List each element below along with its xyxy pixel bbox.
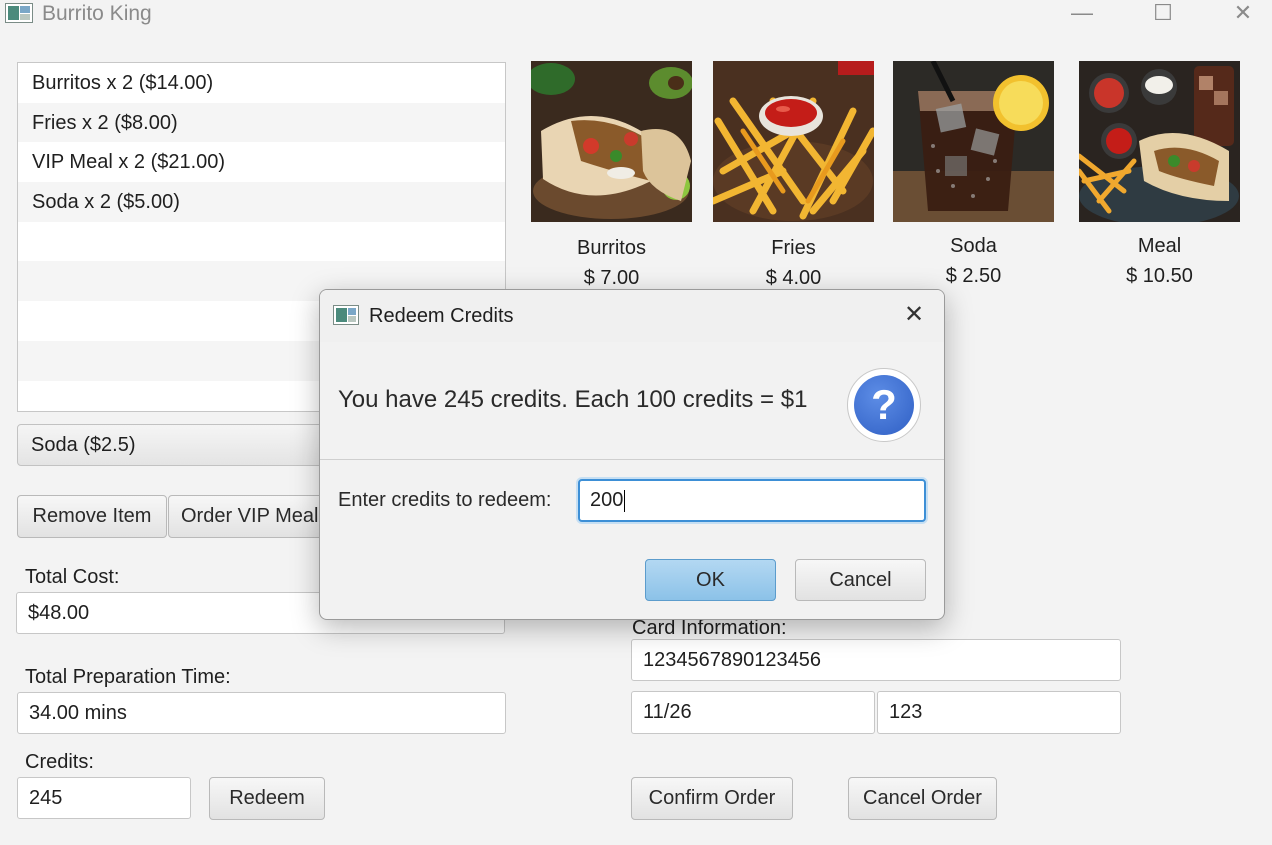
question-icon: ? bbox=[847, 368, 921, 442]
maximize-button[interactable]: ☐ bbox=[1148, 0, 1178, 26]
confirm-order-button[interactable]: Confirm Order bbox=[631, 777, 793, 820]
text-caret bbox=[624, 489, 626, 512]
menu-item-name: Fries bbox=[771, 237, 816, 259]
close-button[interactable]: ✕ bbox=[1228, 0, 1258, 26]
cancel-button[interactable]: Cancel bbox=[795, 559, 926, 601]
burrito-image[interactable] bbox=[531, 61, 692, 222]
prep-time-field[interactable]: 34.00 mins bbox=[17, 692, 506, 734]
window-title: Burrito King bbox=[42, 2, 152, 25]
menu-item-price: $ 7.00 bbox=[583, 267, 640, 289]
dialog-prompt: Enter credits to redeem: bbox=[338, 489, 552, 511]
credits-label: Credits: bbox=[25, 751, 94, 773]
cancel-order-button[interactable]: Cancel Order bbox=[848, 777, 997, 820]
close-icon[interactable]: ✕ bbox=[902, 300, 926, 329]
card-expiry-field[interactable]: 11/26 bbox=[631, 691, 875, 734]
redeem-button[interactable]: Redeem bbox=[209, 777, 325, 820]
prep-time-label: Total Preparation Time: bbox=[25, 666, 231, 688]
soda-image[interactable] bbox=[893, 61, 1054, 222]
order-vip-meal-button[interactable]: Order VIP Meal bbox=[168, 495, 328, 538]
credits-redeem-input[interactable]: 200 bbox=[578, 479, 926, 522]
dialog-message: You have 245 credits. Each 100 credits =… bbox=[338, 386, 808, 413]
total-cost-label: Total Cost: bbox=[25, 566, 120, 588]
fries-image[interactable] bbox=[713, 61, 874, 222]
menu-item-name: Meal bbox=[1137, 235, 1182, 257]
card-cvv-field[interactable]: 123 bbox=[877, 691, 1121, 734]
menu-item-price: $ 10.50 bbox=[1126, 265, 1193, 287]
list-item[interactable]: Fries x 2 ($8.00) bbox=[18, 102, 505, 143]
list-item[interactable]: VIP Meal x 2 ($21.00) bbox=[18, 142, 505, 182]
menu-item-price: $ 2.50 bbox=[945, 265, 1002, 287]
dialog-title: Redeem Credits bbox=[369, 305, 514, 327]
menu-item-name: Burritos bbox=[577, 237, 646, 259]
credits-redeem-value: 200 bbox=[590, 489, 624, 511]
app-icon bbox=[333, 305, 359, 325]
menu-item-name: Soda bbox=[950, 235, 997, 257]
remove-item-button[interactable]: Remove Item bbox=[17, 495, 167, 538]
app-icon bbox=[5, 3, 33, 23]
minimize-button[interactable]: — bbox=[1067, 0, 1097, 26]
list-item[interactable]: Soda x 2 ($5.00) bbox=[18, 182, 505, 222]
list-item[interactable]: Burritos x 2 ($14.00) bbox=[18, 63, 505, 103]
dialog-message-area: You have 245 credits. Each 100 credits =… bbox=[320, 342, 944, 460]
menu-item-price: $ 4.00 bbox=[765, 267, 822, 289]
credits-field[interactable]: 245 bbox=[17, 777, 191, 819]
redeem-credits-dialog: Redeem Credits ✕ You have 245 credits. E… bbox=[319, 289, 945, 620]
card-number-field[interactable]: 1234567890123456 bbox=[631, 639, 1121, 681]
window-titlebar: Burrito King — ☐ ✕ bbox=[0, 0, 1272, 30]
meal-image[interactable] bbox=[1079, 61, 1240, 222]
list-item[interactable] bbox=[18, 222, 505, 262]
ok-button[interactable]: OK bbox=[645, 559, 776, 601]
dialog-titlebar: Redeem Credits ✕ bbox=[320, 290, 944, 342]
card-info-label: Card Information: bbox=[632, 617, 787, 639]
